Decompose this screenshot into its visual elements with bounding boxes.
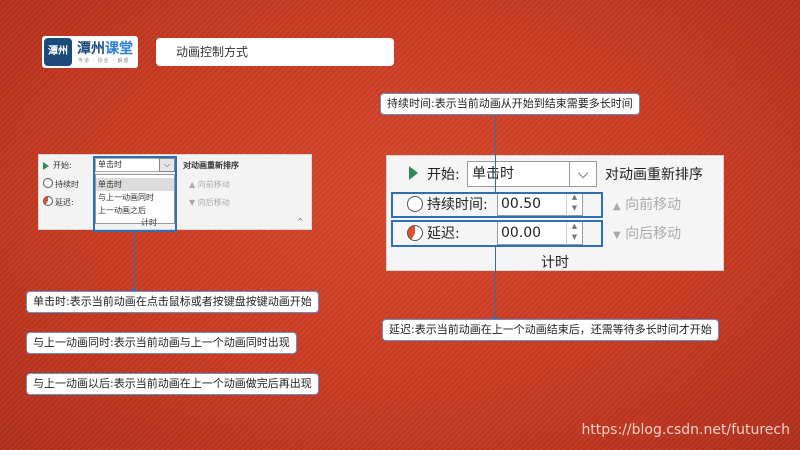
reorder-title: 对动画重新排序: [605, 167, 703, 183]
delay-icon: [43, 196, 53, 206]
ribbon-large: 开始: 单击时 ⌵ 持续时间: 00.50 ▲ ▼ 延迟: 00.00 ▲ ▼ 对动…: [386, 155, 724, 271]
move-later-label: 向后移动: [197, 198, 230, 207]
page-title: 动画控制方式: [156, 38, 394, 66]
logo-title: 潭州课堂: [77, 38, 133, 58]
note-delay: 延迟:表示当前动画在上一个动画结束后，还需等待多长时间才开始: [382, 319, 719, 341]
chevron-down-icon[interactable]: ⌵: [569, 161, 597, 187]
duration-label: 持续时: [55, 180, 79, 189]
arrow-up-icon: ▲: [613, 201, 621, 212]
logo-seal: 潭州: [44, 38, 72, 66]
arrow-down-icon: ▼: [189, 198, 196, 207]
note-with-previous: 与上一动画同时:表示当前动画与上一个动画同时出现: [26, 332, 297, 354]
logo-title-a: 潭州: [77, 41, 105, 57]
duration-highlight: [391, 192, 603, 218]
move-earlier-button[interactable]: ▲ 向前移动: [613, 194, 681, 214]
move-later-button[interactable]: ▼ 向后移动: [613, 223, 681, 243]
note-duration: 持续时间:表示当前动画从开始到结束需要多长时间: [380, 93, 640, 115]
play-icon: [43, 162, 49, 170]
move-later-button[interactable]: ▼ 向后移动: [189, 197, 230, 208]
delay-highlight: [391, 220, 603, 247]
logo: 潭州 潭州课堂 传道 · 授业 · 解惑: [42, 36, 138, 68]
clock-icon: [43, 178, 53, 188]
collapse-icon[interactable]: ^: [297, 217, 304, 226]
move-earlier-label: 向前移动: [625, 197, 682, 213]
ribbon-small: 开始: 单击时 ⌵ 持续时 延迟: 单击时 与上一动画同时 上一动画之后 对动画…: [38, 154, 312, 232]
watermark: https://blog.csdn.net/futurech: [581, 422, 790, 438]
logo-title-b: 课堂: [105, 41, 133, 57]
arrow-down-icon: ▼: [613, 230, 621, 241]
timing-group-label: 计时: [141, 218, 157, 227]
start-label: 开始:: [53, 161, 72, 170]
reorder-title: 对动画重新排序: [183, 161, 239, 170]
start-label: 开始:: [427, 167, 460, 183]
note-on-click: 单击时:表示当前动画在点击鼠标或者按键盘按键动画开始: [26, 291, 319, 313]
start-select[interactable]: 单击时: [467, 161, 571, 187]
logo-subtitle: 传道 · 授业 · 解惑: [78, 58, 130, 64]
timing-group-label: 计时: [541, 255, 569, 271]
delay-label: 延迟:: [55, 198, 74, 207]
dropdown-highlight: [93, 156, 177, 232]
move-earlier-label: 向前移动: [197, 180, 230, 189]
connector-duration: [495, 114, 496, 192]
move-earlier-button[interactable]: ▲ 向前移动: [189, 179, 230, 190]
arrow-up-icon: ▲: [189, 180, 196, 189]
connector-delay: [495, 246, 496, 320]
play-icon: [409, 166, 418, 180]
move-later-label: 向后移动: [625, 226, 682, 242]
connector-on-click: [134, 232, 135, 292]
note-after-previous: 与上一动画以后:表示当前动画在上一个动画做完后再出现: [26, 373, 319, 395]
